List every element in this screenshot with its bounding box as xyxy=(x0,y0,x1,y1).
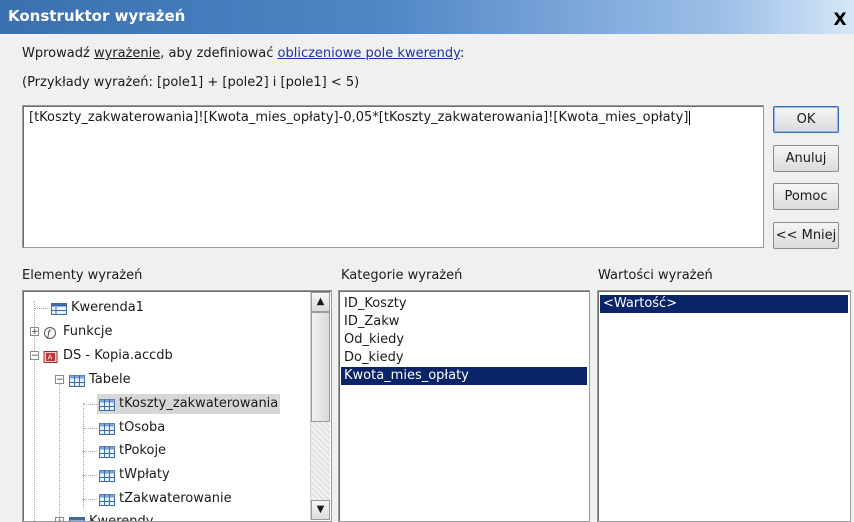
tree-item-label: Tabele xyxy=(89,372,131,387)
tree-item-database[interactable]: A DS - Kopia.accdb xyxy=(41,346,175,366)
tree-item-kwerenda1[interactable]: Kwerenda1 xyxy=(49,298,146,318)
instruction-suffix: : xyxy=(460,46,464,61)
value-item-selected[interactable]: <Wartość> xyxy=(600,295,848,313)
tree-item-label: Kwerenda1 xyxy=(71,300,144,315)
table-icon xyxy=(99,422,115,434)
elements-label: Elementy wyrażeń xyxy=(22,268,142,283)
calculated-field-link[interactable]: obliczeniowe pole kwerendy xyxy=(278,46,460,61)
tree-item-label: Funkcje xyxy=(63,324,113,339)
help-button[interactable]: Pomoc xyxy=(773,183,839,210)
tree-item-funkcje[interactable]: f Funkcje xyxy=(41,322,115,342)
table-icon xyxy=(99,398,115,410)
category-item[interactable]: Od_kiedy xyxy=(341,331,587,349)
tree-expander[interactable]: − xyxy=(30,351,39,360)
category-item[interactable]: ID_Zakw xyxy=(341,313,587,331)
tree-item-label: tPokoje xyxy=(119,443,166,458)
instruction-underlined-word: wyrażenie xyxy=(94,46,160,61)
instruction-prefix: Wprowadź xyxy=(22,46,94,61)
tree-item-tabele[interactable]: Tabele xyxy=(67,370,133,390)
function-icon: f xyxy=(43,326,59,338)
tree-item-tzakwaterowanie[interactable]: tZakwaterowanie xyxy=(97,489,234,509)
category-item-selected[interactable]: Kwota_mies_opłaty xyxy=(341,367,587,385)
scroll-track[interactable] xyxy=(311,422,330,500)
expression-categories-list[interactable]: ID_Koszty ID_Zakw Od_kiedy Do_kiedy Kwot… xyxy=(338,290,590,522)
dialog-title: Konstruktor wyrażeń xyxy=(8,7,185,25)
tree-item-label: tOsoba xyxy=(119,420,165,435)
svg-text:A: A xyxy=(48,353,53,361)
tree-item-tpokoje[interactable]: tPokoje xyxy=(97,441,168,461)
tree-item-tkoszty-zakwaterowania[interactable]: tKoszty_zakwaterowania xyxy=(97,394,280,414)
query-icon xyxy=(69,516,85,522)
scroll-up-arrow-icon[interactable]: ▲ xyxy=(311,292,330,312)
examples-text: (Przykłady wyrażeń: [pole1] + [pole2] i … xyxy=(22,75,359,90)
categories-label: Kategorie wyrażeń xyxy=(341,268,462,283)
close-button[interactable]: X xyxy=(830,10,850,30)
tree-scrollbar[interactable]: ▲ ▼ xyxy=(310,292,330,520)
table-icon xyxy=(99,469,115,481)
tree-item-kwerendy[interactable]: Kwerendy xyxy=(67,512,155,522)
values-label: Wartości wyrażeń xyxy=(598,268,713,283)
tree-item-label: tKoszty_zakwaterowania xyxy=(119,396,278,411)
scroll-down-arrow-icon[interactable]: ▼ xyxy=(311,500,330,520)
tree-expander[interactable]: − xyxy=(55,375,64,384)
tree-item-label: DS - Kopia.accdb xyxy=(63,348,173,363)
less-button[interactable]: << Mniej xyxy=(773,222,839,249)
query-icon xyxy=(51,302,67,314)
text-caret xyxy=(689,111,690,125)
scroll-thumb[interactable] xyxy=(311,312,330,422)
category-item[interactable]: ID_Koszty xyxy=(341,295,587,313)
cancel-button[interactable]: Anuluj xyxy=(773,145,839,172)
instruction-line: Wprowadź wyrażenie, aby zdefiniować obli… xyxy=(22,46,464,61)
tree-item-twplaty[interactable]: tWpłaty xyxy=(97,465,172,485)
ok-button[interactable]: OK xyxy=(773,106,839,133)
table-icon xyxy=(69,374,85,386)
tree-item-tosoba[interactable]: tOsoba xyxy=(97,418,167,438)
tree-expander[interactable]: + xyxy=(30,327,39,336)
tree-item-label: tZakwaterowanie xyxy=(119,491,232,506)
expression-values-list[interactable]: <Wartość> xyxy=(597,290,851,522)
tree-item-label: tWpłaty xyxy=(119,467,170,482)
category-item[interactable]: Do_kiedy xyxy=(341,349,587,367)
tree-item-label: Kwerendy xyxy=(89,514,153,522)
expression-elements-tree[interactable]: Kwerenda1 + f Funkcje − A DS - Kopia.accdb… xyxy=(22,290,332,522)
access-db-icon: A xyxy=(43,350,59,362)
table-icon xyxy=(99,493,115,505)
expression-text: [tKoszty_zakwaterowania]![Kwota_mies_opł… xyxy=(29,110,688,125)
expression-input[interactable]: [tKoszty_zakwaterowania]![Kwota_mies_opł… xyxy=(22,105,764,248)
table-icon xyxy=(99,445,115,457)
instruction-middle: , aby zdefiniować xyxy=(160,46,277,61)
